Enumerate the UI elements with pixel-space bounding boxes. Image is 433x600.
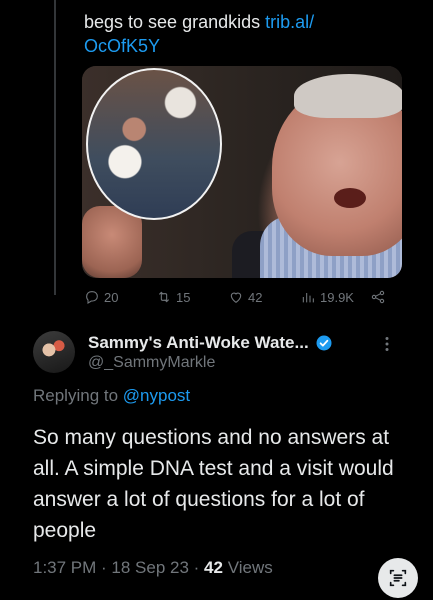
share-icon <box>371 290 385 304</box>
reply-body: So many questions and no answers at all.… <box>33 426 394 542</box>
like-button[interactable]: 42 <box>228 289 262 305</box>
family-inset-photo <box>86 68 222 220</box>
reader-button[interactable] <box>378 558 418 598</box>
reply-count: 20 <box>104 289 119 305</box>
views-count: 19.9K <box>320 289 354 305</box>
views-label: Views <box>222 558 273 577</box>
timestamp[interactable]: 1:37 PM · 18 Sep 23 · <box>33 558 204 577</box>
tweet-text: begs to see grandkids <box>84 12 266 32</box>
share-button[interactable] <box>370 289 386 305</box>
retweet-button[interactable]: 15 <box>156 289 190 305</box>
replying-prefix: Replying to <box>33 386 123 405</box>
retweet-icon <box>158 291 170 303</box>
like-icon <box>230 292 242 303</box>
reply-button[interactable]: 20 <box>84 289 118 305</box>
like-count: 42 <box>248 289 263 305</box>
tweet-actions: 20 15 42 19.9K <box>84 289 404 309</box>
thread-line <box>54 0 56 295</box>
retweet-count: 15 <box>176 289 191 305</box>
reply-author-handle[interactable]: @_SammyMarkle <box>88 354 215 372</box>
reply-meta: 1:37 PM · 18 Sep 23 · 42 Views <box>33 558 273 578</box>
view-count: 42 <box>204 558 223 577</box>
avatar[interactable] <box>33 331 75 373</box>
replying-to-line: Replying to @nypost <box>33 386 190 406</box>
views-icon <box>302 293 314 303</box>
more-icon[interactable] <box>384 336 390 355</box>
display-name[interactable]: Sammy's Anti-Woke Wate... <box>88 333 309 353</box>
verified-badge-icon <box>316 335 332 351</box>
reader-fab-icon <box>389 569 407 587</box>
views-button[interactable]: 19.9K <box>300 289 354 305</box>
replying-to-mention[interactable]: @nypost <box>123 386 190 405</box>
reply-icon <box>86 291 98 304</box>
quoted-tweet-text: begs to see grandkids trib.al/OcOfK5Y <box>84 10 414 58</box>
tweet-media-image[interactable] <box>82 66 402 278</box>
reply-author-name[interactable]: Sammy's Anti-Woke Wate... <box>88 332 333 354</box>
